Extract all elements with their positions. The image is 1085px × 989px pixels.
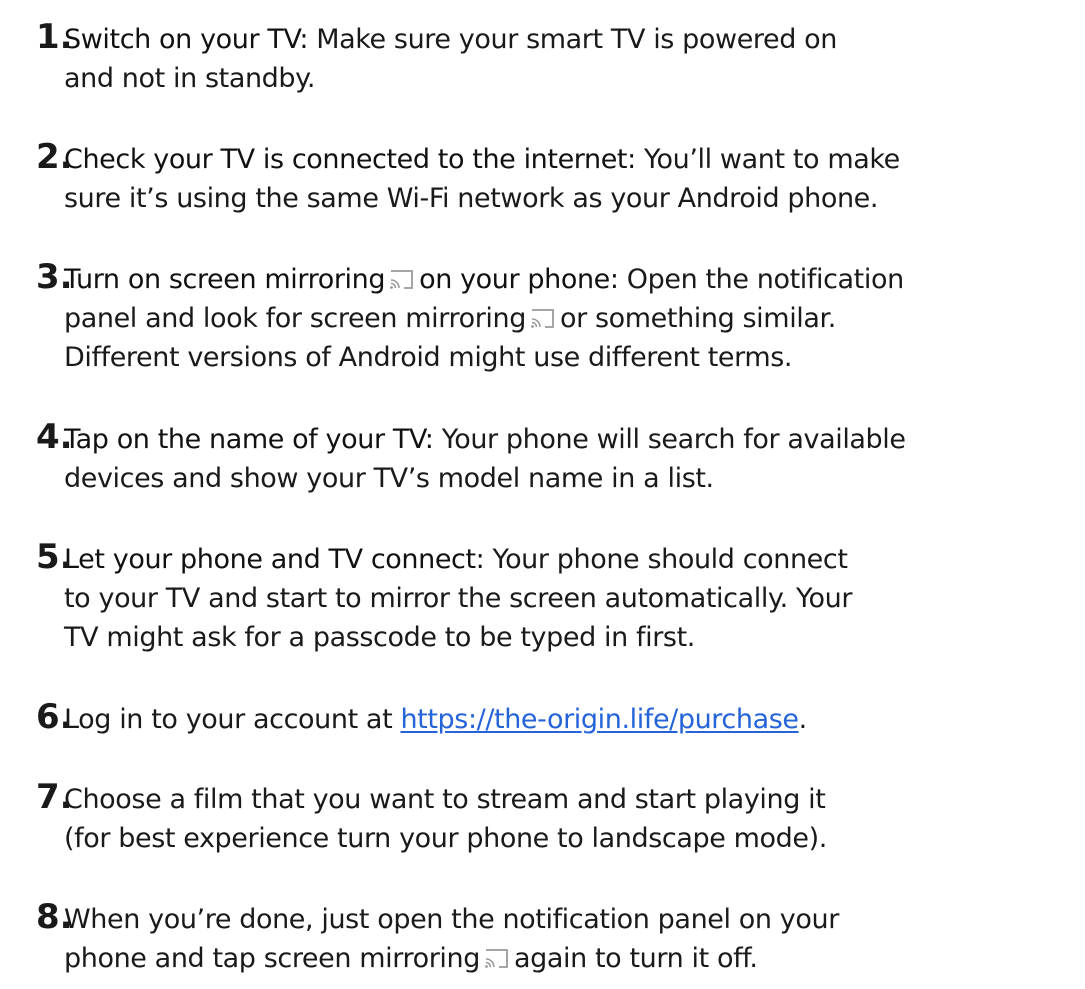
step-number: 2. [36,137,73,177]
step-4: 4. Tap on the name of your TV: Your phon… [36,417,1081,498]
step-text: devices and show your TV’s model name in… [64,463,714,494]
step-text: panel and look for screen mirroring [64,303,526,334]
step-text: You’ll want to make [635,144,900,175]
step-text: to your TV and start to mirror the scree… [64,583,853,614]
step-text: phone and tap screen mirroring [64,943,480,974]
step-text: Open the notification [618,264,904,295]
step-heading: on your phone: [419,264,619,295]
step-number: 6. [36,697,73,737]
step-heading: Check your TV is connected to the intern… [64,144,636,175]
step-heading: Switch on your TV: [64,24,309,55]
step-text: sure it’s using the same Wi-Fi network a… [64,183,879,214]
step-number: 4. [36,417,73,457]
screen-mirroring-icon [531,309,554,328]
step-number: 7. [36,777,73,817]
step-number: 1. [36,17,73,57]
step-text: . [798,704,808,735]
step-heading: Tap on the name of your TV: [64,424,434,455]
step-text: or something similar. [559,303,836,334]
step-heading: Turn on screen mirroring [64,264,386,295]
step-2: 2. Check your TV is connected to the int… [36,137,1081,218]
purchase-link[interactable]: https://the-origin.life/purchase [400,704,799,735]
step-7: 7. Choose a film that you want to stream… [36,777,1081,858]
step-1: 1. Switch on your TV: Make sure your sma… [36,17,1081,98]
screen-mirroring-icon [390,270,413,289]
step-text: Make sure your smart TV is powered on [308,24,837,55]
step-text: and not in standby. [64,63,316,94]
step-text: (for best experience turn your phone to … [64,823,827,854]
step-number: 5. [36,537,73,577]
step-number: 8. [36,897,73,937]
step-text: Log in to your account at [64,704,401,735]
step-text: Your phone will search for available [433,424,906,455]
step-6: 6. Log in to your account at https://the… [36,697,1081,739]
step-text: TV might ask for a passcode to be typed … [64,622,695,653]
step-text: When you’re done, just open the notifica… [64,904,839,935]
step-5: 5. Let your phone and TV connect: Your p… [36,537,1081,657]
screen-mirroring-icon [485,949,508,968]
step-number: 3. [36,257,73,297]
step-text: Your phone should connect [484,544,848,575]
step-text: Different versions of Android might use … [64,342,793,373]
step-text: Choose a film that you want to stream an… [64,784,826,815]
step-text: again to turn it off. [513,943,758,974]
step-3: 3. Turn on screen mirroring on your phone… [36,257,1081,377]
step-heading: Let your phone and TV connect: [64,544,485,575]
step-8: 8. When you’re done, just open the notif… [36,897,1081,978]
